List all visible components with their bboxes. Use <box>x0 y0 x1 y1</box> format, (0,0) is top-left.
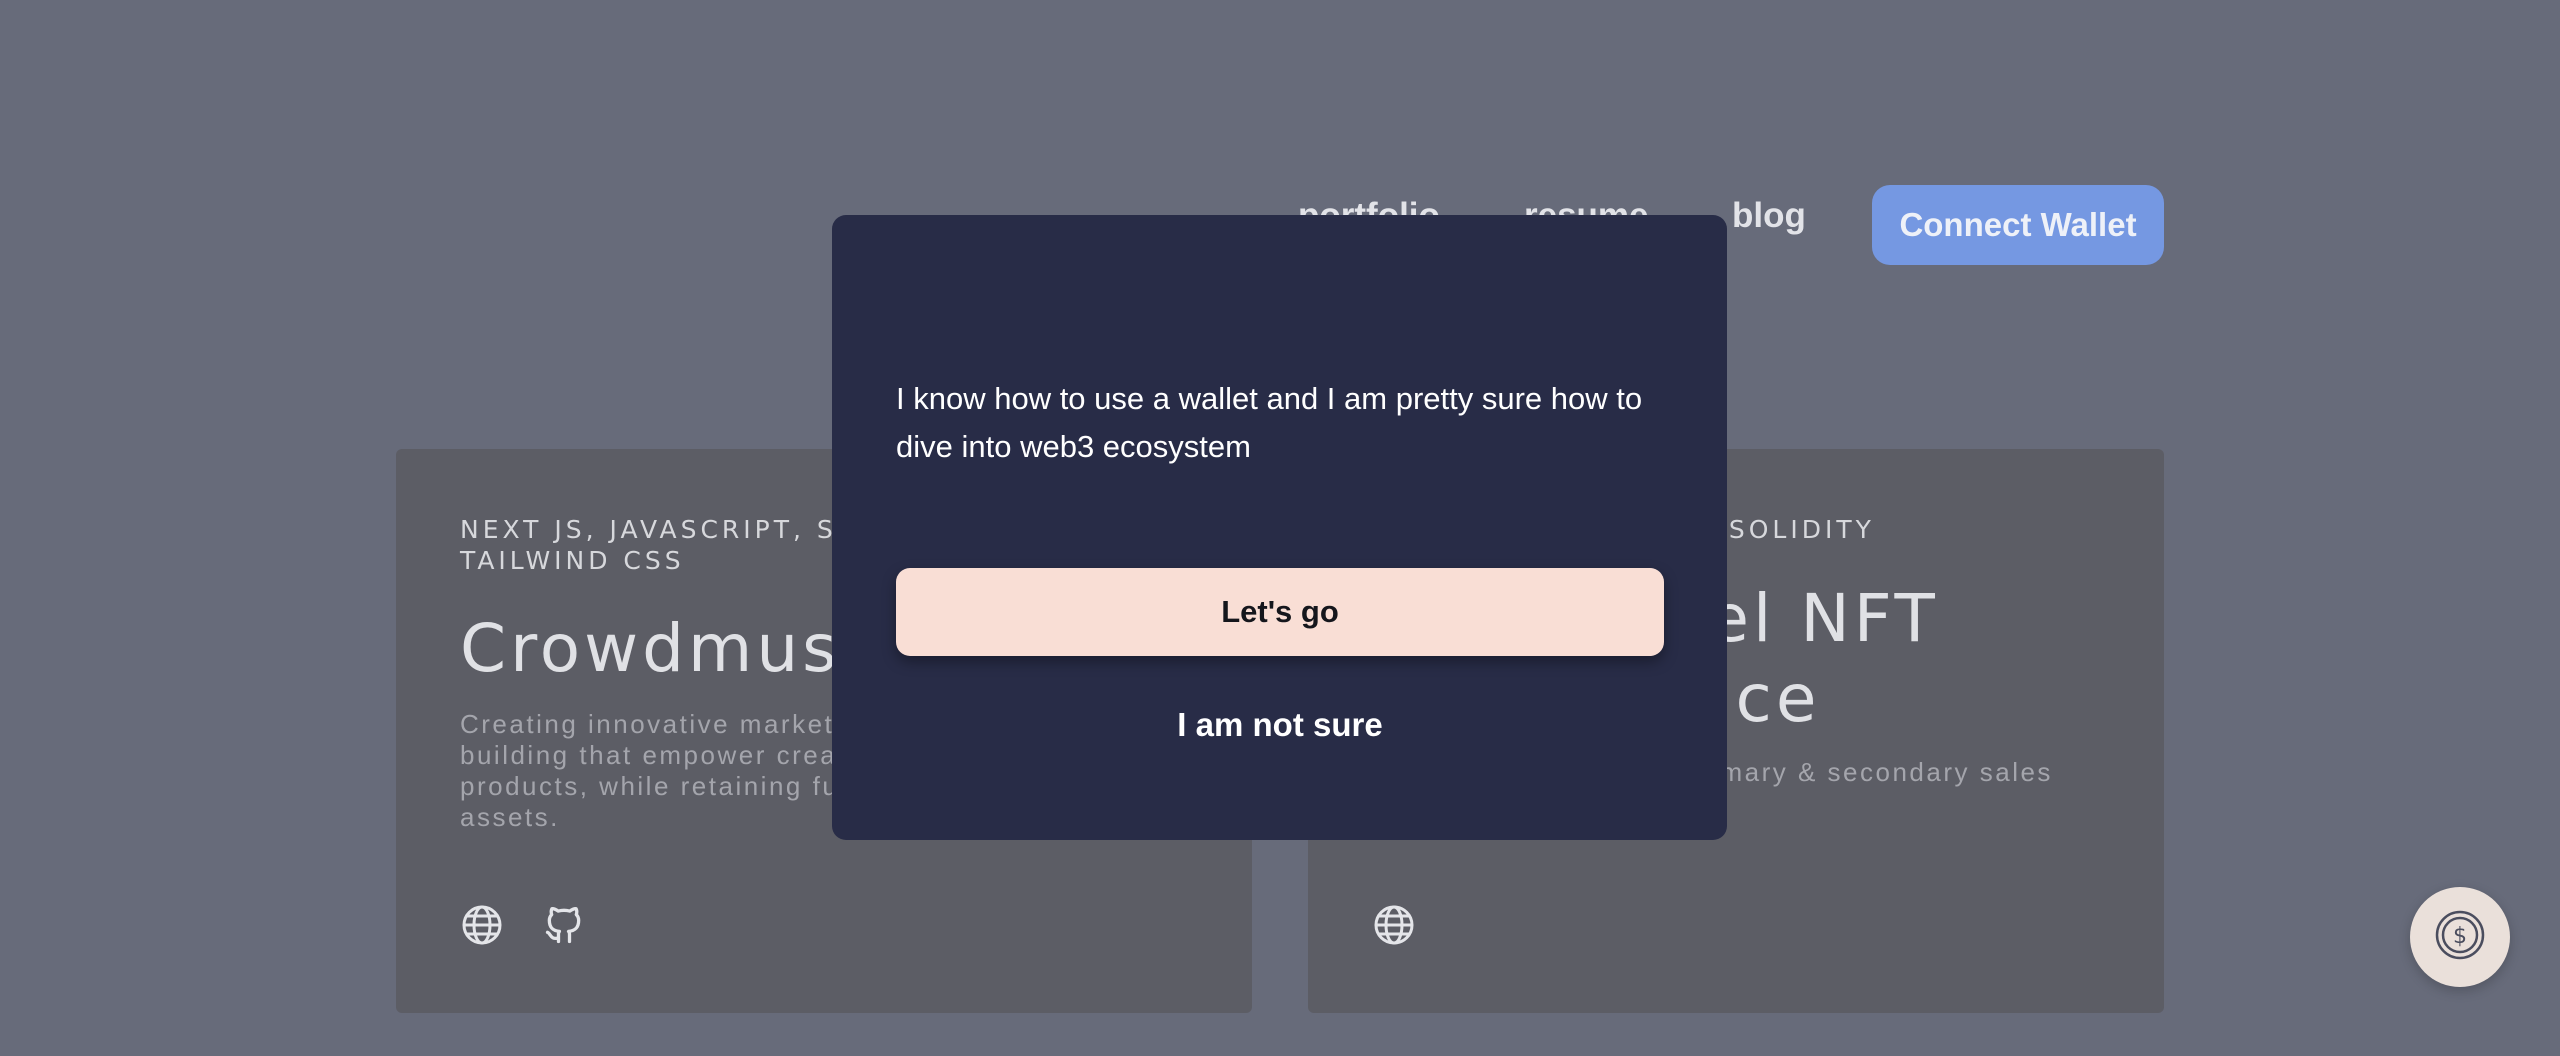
wallet-fab-button[interactable]: $ <box>2410 887 2510 987</box>
svg-text:$: $ <box>2453 924 2467 949</box>
nav-link-blog[interactable]: blog <box>1732 196 1806 236</box>
globe-icon[interactable] <box>460 903 504 947</box>
not-sure-button[interactable]: I am not sure <box>896 695 1664 755</box>
dollar-coin-icon: $ <box>2434 909 2486 966</box>
modal-message: I know how to use a wallet and I am pret… <box>896 381 1643 464</box>
connect-wallet-button[interactable]: Connect Wallet <box>1872 185 2164 265</box>
github-icon[interactable] <box>542 903 586 947</box>
wallet-modal: I know how to use a wallet and I am pret… <box>832 215 1727 840</box>
globe-icon[interactable] <box>1372 903 1416 947</box>
lets-go-button[interactable]: Let's go <box>896 568 1664 656</box>
